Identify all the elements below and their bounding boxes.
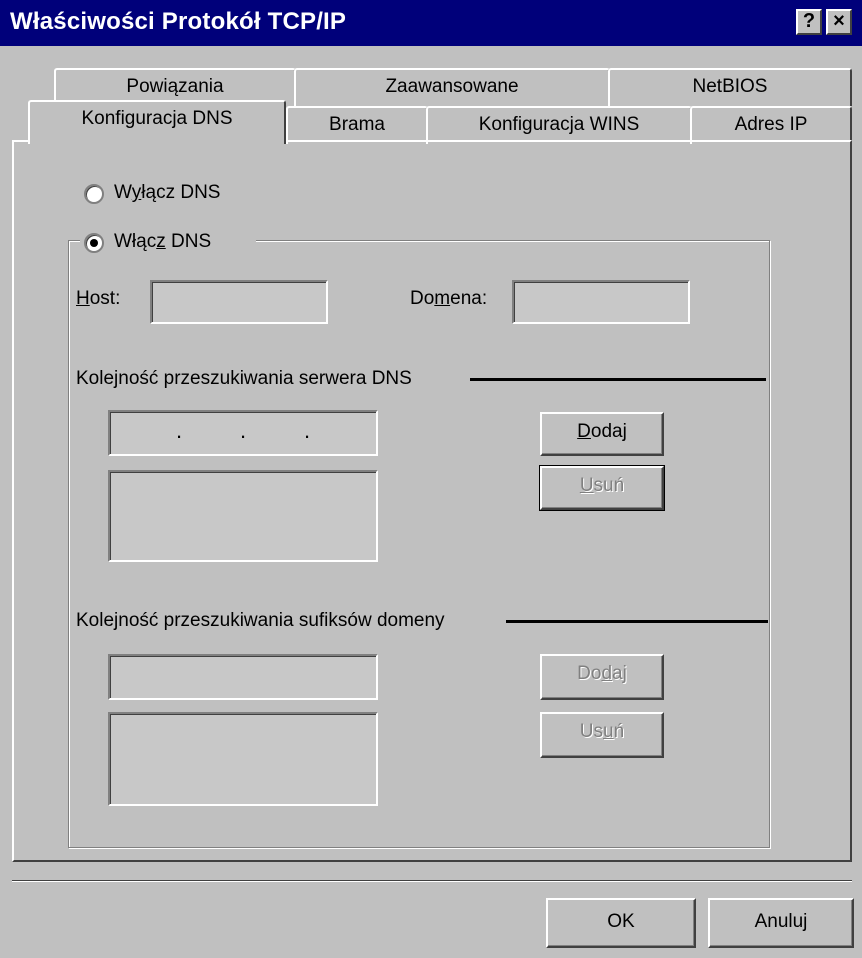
help-button[interactable]: ? bbox=[796, 9, 822, 35]
cancel-button[interactable]: Anuluj bbox=[708, 898, 854, 948]
footer-separator bbox=[12, 880, 852, 882]
dns-server-ip-input[interactable]: . . . bbox=[108, 410, 378, 456]
suffix-order-heading: Kolejność przeszukiwania sufiksów domeny bbox=[76, 610, 445, 631]
ip-dot: . bbox=[240, 418, 247, 443]
tab-konfiguracja-wins[interactable]: Konfiguracja WINS bbox=[426, 106, 692, 144]
domain-input[interactable] bbox=[512, 280, 690, 324]
suffix-list[interactable] bbox=[108, 712, 378, 806]
ok-button[interactable]: OK bbox=[546, 898, 696, 948]
dns-server-order-line bbox=[470, 378, 766, 381]
ip-dot: . bbox=[304, 418, 311, 443]
enable-dns-radio[interactable] bbox=[84, 233, 104, 253]
suffix-input[interactable] bbox=[108, 654, 378, 700]
tab-konfiguracja-dns[interactable]: Konfiguracja DNS bbox=[28, 100, 286, 144]
enable-dns-label: Włącz DNS bbox=[114, 231, 212, 252]
enable-dns-option[interactable]: Włącz DNS bbox=[80, 230, 256, 256]
title-bar: Właściwości Protokół TCP/IP ? × bbox=[0, 0, 862, 46]
suffix-order-line bbox=[506, 620, 768, 623]
host-input[interactable] bbox=[150, 280, 328, 324]
tab-brama[interactable]: Brama bbox=[286, 106, 428, 144]
dns-server-add-button[interactable]: Dodaj bbox=[540, 412, 664, 456]
disable-dns-label: Wyłącz DNS bbox=[114, 182, 221, 203]
ip-dot: . bbox=[176, 418, 183, 443]
suffix-remove-button[interactable]: Usuń bbox=[540, 712, 664, 758]
dns-server-list[interactable] bbox=[108, 470, 378, 562]
domain-label: Domena: bbox=[410, 288, 488, 309]
host-label: Host: bbox=[76, 288, 121, 309]
disable-dns-radio[interactable] bbox=[84, 184, 104, 204]
window-title: Właściwości Protokół TCP/IP bbox=[10, 8, 347, 35]
dns-server-remove-button[interactable]: Usuń bbox=[539, 465, 665, 511]
close-button[interactable]: × bbox=[826, 9, 852, 35]
suffix-add-button[interactable]: Dodaj bbox=[540, 654, 664, 700]
tab-zaawansowane[interactable]: Zaawansowane bbox=[294, 68, 610, 106]
dns-server-order-heading: Kolejność przeszukiwania serwera DNS bbox=[76, 368, 412, 389]
tab-adres-ip[interactable]: Adres IP bbox=[690, 106, 852, 144]
tab-netbios[interactable]: NetBIOS bbox=[608, 68, 852, 106]
